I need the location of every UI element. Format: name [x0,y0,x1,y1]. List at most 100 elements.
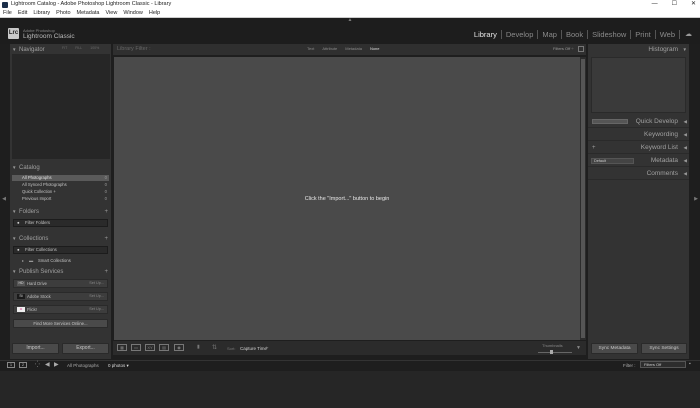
page-1-button[interactable]: 1 [7,362,15,368]
sort-select[interactable]: Capture Time [240,346,267,351]
spray-can-icon[interactable]: ▮ [197,344,201,351]
filter-tab-metadata[interactable]: Metadata [345,46,362,51]
service-setup-link[interactable]: Set Up... [89,306,104,313]
loupe-view-icon[interactable]: ▭ [131,344,141,351]
collections-header[interactable]: ▼ Collections + [10,234,111,244]
add-collection-icon[interactable]: + [104,234,108,244]
filmstrip[interactable] [0,371,700,408]
menu-metadata[interactable]: Metadata [77,9,100,17]
keywording-header[interactable]: Keywording ◀ [588,129,689,141]
module-book[interactable]: Book [562,30,589,39]
page-2-button[interactable]: 2 [19,362,27,368]
filmstrip-photo-count[interactable]: 0 photos ▾ [108,363,129,369]
nav-fill[interactable]: FILL [75,46,82,50]
add-keyword-icon[interactable]: + [592,142,596,154]
people-view-icon[interactable]: ◉ [174,344,184,351]
module-print[interactable]: Print [631,30,656,39]
histogram-header[interactable]: Histogram ▼ [588,44,689,56]
publish-services-title: Publish Services [19,269,64,275]
module-develop[interactable]: Develop [502,30,539,39]
add-publish-service-icon[interactable]: + [104,267,108,277]
catalog-item-all-photographs[interactable]: All Photographs 0 [12,175,109,181]
catalog-item-quick-collection[interactable]: Quick Collection + 0 [12,189,109,195]
publish-services-header[interactable]: ▼ Publish Services + [10,267,111,277]
compare-view-icon[interactable]: XY [145,344,155,351]
cloud-sync-icon[interactable]: ☁ [680,30,692,39]
window-title: Lightroom Catalog - Adobe Photoshop Ligh… [11,1,172,7]
menu-help[interactable]: Help [149,9,160,17]
lock-filter-icon[interactable]: ▪ [689,361,691,367]
sync-settings-button[interactable]: Sync Settings [641,343,687,354]
filmstrip-source[interactable]: All Photographs [67,363,99,368]
filter-tab-attribute[interactable]: Attribute [322,46,337,51]
quick-develop-header[interactable]: Quick Develop ◀ [588,116,689,128]
module-library[interactable]: Library [470,30,502,39]
catalog-item-label: All Photographs [22,175,52,180]
forward-arrow-icon[interactable]: ▶ [54,361,59,368]
smart-collections-item[interactable]: ▸ ▬ Smart Collections [12,258,109,264]
collapse-right-panel-icon[interactable]: ▶ [693,196,699,206]
metadata-header[interactable]: Default Metadata ◀ [588,155,689,167]
smart-collection-folder-icon: ▬ [29,258,34,263]
thumbnail-size-slider[interactable] [538,352,572,353]
filter-preset-value: Filters Off [553,46,571,51]
service-setup-link[interactable]: Set Up... [89,280,104,287]
service-label: Adobe Stock [27,294,51,299]
collapse-top-panel-icon[interactable]: ▲ [346,18,354,23]
menu-file[interactable]: File [3,9,12,17]
toolbar-options-icon[interactable]: ▼ [576,345,581,351]
module-web[interactable]: Web [656,30,680,39]
import-button[interactable]: Import... [12,343,59,354]
thumbnail-slider-knob[interactable] [550,350,553,354]
title-bar: Lightroom Catalog - Adobe Photoshop Ligh… [0,0,700,9]
scrollbar-thumb[interactable] [581,59,585,338]
filter-collections-placeholder: Filter Collections [25,247,57,252]
menu-library[interactable]: Library [33,9,50,17]
publish-service-hard-drive[interactable]: HD Hard Drive Set Up... [13,279,108,288]
module-slideshow[interactable]: Slideshow [588,30,632,39]
catalog-item-previous-import[interactable]: Previous Import 0 [12,196,109,202]
collapse-left-panel-icon[interactable]: ◀ [1,196,7,206]
navigator-preview[interactable] [12,54,110,159]
folders-header[interactable]: ▼ Folders + [10,207,111,217]
filmstrip-bar [0,360,700,370]
publish-service-flickr[interactable]: •• Flickr Set Up... [13,305,108,314]
catalog-item-all-synced[interactable]: All Synced Photographs 0 [12,182,109,188]
keyword-list-header[interactable]: + Keyword List ◀ [588,142,689,154]
menu-window[interactable]: Window [123,9,143,17]
sort-label: Sort: [227,346,236,351]
lock-filter-icon[interactable] [578,46,584,52]
comments-header[interactable]: Comments ◀ [588,168,689,180]
minimize-button[interactable]: — [652,0,658,9]
filter-collections-input[interactable]: ● Filter Collections [13,246,108,254]
service-setup-link[interactable]: Set Up... [89,293,104,300]
filmstrip-filter-select[interactable]: Filters Off [640,361,686,368]
grid-view-icon[interactable]: ▦ [117,344,127,351]
metadata-preset-select[interactable]: Default [591,158,634,164]
menu-edit[interactable]: Edit [18,9,27,17]
sort-direction-icon[interactable]: ⇅ [212,344,217,351]
menu-view[interactable]: View [105,9,117,17]
grid-layout-icon[interactable]: ⁛ [35,361,40,368]
filter-folders-input[interactable]: ● Filter Folders [13,219,108,227]
maximize-button[interactable]: ☐ [672,0,677,9]
filter-preset-select[interactable]: Filters Off ÷ [553,46,574,51]
publish-service-adobe-stock[interactable]: St Adobe Stock Set Up... [13,292,108,301]
catalog-item-count: 0 [104,189,107,194]
catalog-header[interactable]: ▼ Catalog [10,163,111,173]
nav-fit[interactable]: FIT [62,46,67,50]
menu-photo[interactable]: Photo [56,9,70,17]
back-arrow-icon[interactable]: ◀ [45,361,50,368]
survey-view-icon[interactable]: ▤ [159,344,169,351]
close-button[interactable]: ✕ [691,0,696,9]
filter-tab-text[interactable]: Text [307,46,314,51]
module-map[interactable]: Map [538,30,562,39]
add-folder-icon[interactable]: + [104,207,108,217]
empty-grid-hint: Click the "Import..." button to begin [304,196,390,202]
sync-metadata-button[interactable]: Sync Metadata [591,343,638,354]
nav-100[interactable]: 100% [90,46,99,50]
find-more-services-button[interactable]: Find More Services Online... [13,319,108,328]
filter-tab-none[interactable]: None [370,46,380,51]
export-button[interactable]: Export... [62,343,109,354]
service-label: Hard Drive [27,281,48,286]
